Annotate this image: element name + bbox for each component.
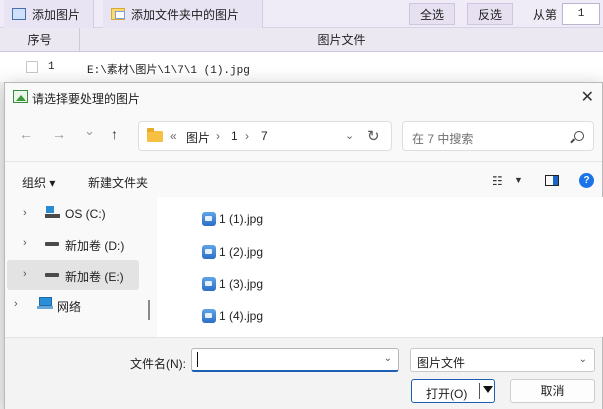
folder-image-icon [111,8,125,20]
view-mode-icon[interactable]: ☷ [492,174,504,188]
table-row[interactable]: 1 E:\素材\图片\1\7\1 (1).jpg [0,52,603,82]
command-bar: 组织 ▾ 新建文件夹 ☷ ▼ ? [5,161,602,197]
expand-chevron-icon[interactable]: › [14,298,18,310]
filetype-select[interactable]: 图片文件 ⌄ [410,348,595,372]
file-item[interactable]: 1 (3).jpg [202,274,263,294]
expand-chevron-icon[interactable]: › [23,207,27,219]
network-icon [37,297,53,309]
open-dropdown-icon[interactable] [483,386,493,393]
search-box[interactable]: 在 7 中搜索 [402,121,594,151]
breadcrumb-item[interactable]: 1 [231,129,238,143]
file-name: 1 (4).jpg [219,309,264,323]
recent-locations-icon[interactable]: ⌄ [84,123,95,139]
breadcrumb-separator: › [245,129,249,143]
filename-label: 文件名(N): [130,357,186,371]
search-icon [574,131,584,141]
open-button[interactable]: 打开(O) [411,379,495,403]
file-item[interactable]: 1 (2).jpg [202,242,263,262]
organize-menu[interactable]: 组织 ▾ [22,174,55,191]
drive-icon [45,242,59,246]
filename-dropdown-icon[interactable]: ⌄ [384,353,392,364]
tree-item-label: 网络 [57,300,82,314]
dialog-footer: 文件名(N): ⌄ 图片文件 ⌄ 打开(O) 取消 [5,337,602,409]
file-list: 1 (1).jpg 1 (2).jpg 1 (3).jpg 1 (4).jpg [157,197,603,337]
row-index: 1 [48,61,55,73]
app-toolbar: 添加图片 添加文件夹中的图片 全选 反选 从第 1 [0,0,603,28]
breadcrumb-overflow[interactable]: « [170,129,177,143]
add-folder-images-label: 添加文件夹中的图片 [131,7,240,22]
text-caret [197,352,198,367]
jpg-file-icon [202,309,216,323]
image-picker-icon [13,90,28,103]
open-button-label: 打开(O) [426,387,468,401]
open-file-dialog: 请选择要处理的图片 ✕ ← → ⌄ ↑ « 图片 › 1 › 7 ⌄ ↻ 在 7… [4,82,603,409]
row-path: E:\素材\图片\1\7\1 (1).jpg [87,65,250,77]
tree-scrollbar[interactable] [148,300,150,320]
forward-arrow-icon[interactable]: → [52,126,66,142]
close-icon[interactable]: ✕ [581,87,594,107]
up-arrow-icon[interactable]: ↑ [111,126,118,142]
tree-item-drive-d[interactable]: › 新加卷 (D:) [5,229,141,259]
address-bar[interactable]: « 图片 › 1 › 7 ⌄ ↻ [138,121,392,151]
filename-input[interactable]: ⌄ [191,348,399,372]
folder-icon [147,128,163,142]
back-arrow-icon[interactable]: ← [19,126,33,142]
help-icon[interactable]: ? [579,173,594,188]
add-folder-images-button[interactable]: 添加文件夹中的图片 [103,0,263,28]
jpg-file-icon [202,277,216,291]
file-item[interactable]: 1 (1).jpg [202,209,263,229]
image-icon [12,8,26,20]
breadcrumb-item[interactable]: 7 [261,129,268,143]
invert-select-button[interactable]: 反选 [467,3,514,25]
tree-item-label: OS (C:) [65,207,106,221]
drive-icon [45,273,59,277]
view-dropdown-icon[interactable]: ▼ [514,175,523,185]
col-file-header[interactable]: 图片文件 [80,28,603,52]
windows-drive-icon [45,206,60,218]
tree-item-label: 新加卷 (D:) [65,239,125,253]
address-dropdown-icon[interactable]: ⌄ [345,129,354,142]
dialog-title-bar: 请选择要处理的图片 ✕ [5,83,602,111]
select-all-button[interactable]: 全选 [409,3,456,25]
from-label: 从第 [533,8,558,22]
breadcrumb-item[interactable]: 图片 [186,129,210,146]
file-item[interactable]: 1 (4).jpg [202,306,263,326]
refresh-icon[interactable]: ↻ [367,127,380,145]
add-image-label: 添加图片 [32,7,81,22]
file-name: 1 (1).jpg [219,212,264,226]
search-placeholder: 在 7 中搜索 [412,132,474,146]
tree-item-network[interactable]: › 网络 [5,290,141,320]
tree-item-drive-e[interactable]: › 新加卷 (E:) [7,260,139,290]
grid-header: 序号 图片文件 [0,28,603,52]
add-image-button[interactable]: 添加图片 [4,0,94,28]
cancel-button[interactable]: 取消 [510,379,595,403]
jpg-file-icon [202,245,216,259]
tree-item-label: 新加卷 (E:) [65,270,124,284]
expand-chevron-icon[interactable]: › [23,268,27,280]
col-index-header[interactable]: 序号 [0,28,80,52]
breadcrumb-separator: › [216,129,220,143]
tree-item-os-c[interactable]: › OS (C:) [5,199,141,229]
navigation-bar: ← → ⌄ ↑ « 图片 › 1 › 7 ⌄ ↻ 在 7 中搜索 [5,117,602,151]
file-name: 1 (3).jpg [219,277,264,291]
preview-pane-icon[interactable] [545,175,559,186]
dialog-title: 请选择要处理的图片 [32,92,141,106]
new-folder-button[interactable]: 新建文件夹 [88,174,148,191]
filetype-value: 图片文件 [417,356,466,370]
row-checkbox[interactable] [26,61,38,73]
from-input[interactable]: 1 [562,3,600,25]
split-divider [479,383,480,399]
navigation-tree: › OS (C:) › 新加卷 (D:) › 新加卷 (E:) › 网络 [5,197,151,337]
expand-chevron-icon[interactable]: › [23,237,27,249]
jpg-file-icon [202,212,216,226]
filetype-dropdown-icon[interactable]: ⌄ [579,354,587,365]
file-name: 1 (2).jpg [219,245,264,259]
